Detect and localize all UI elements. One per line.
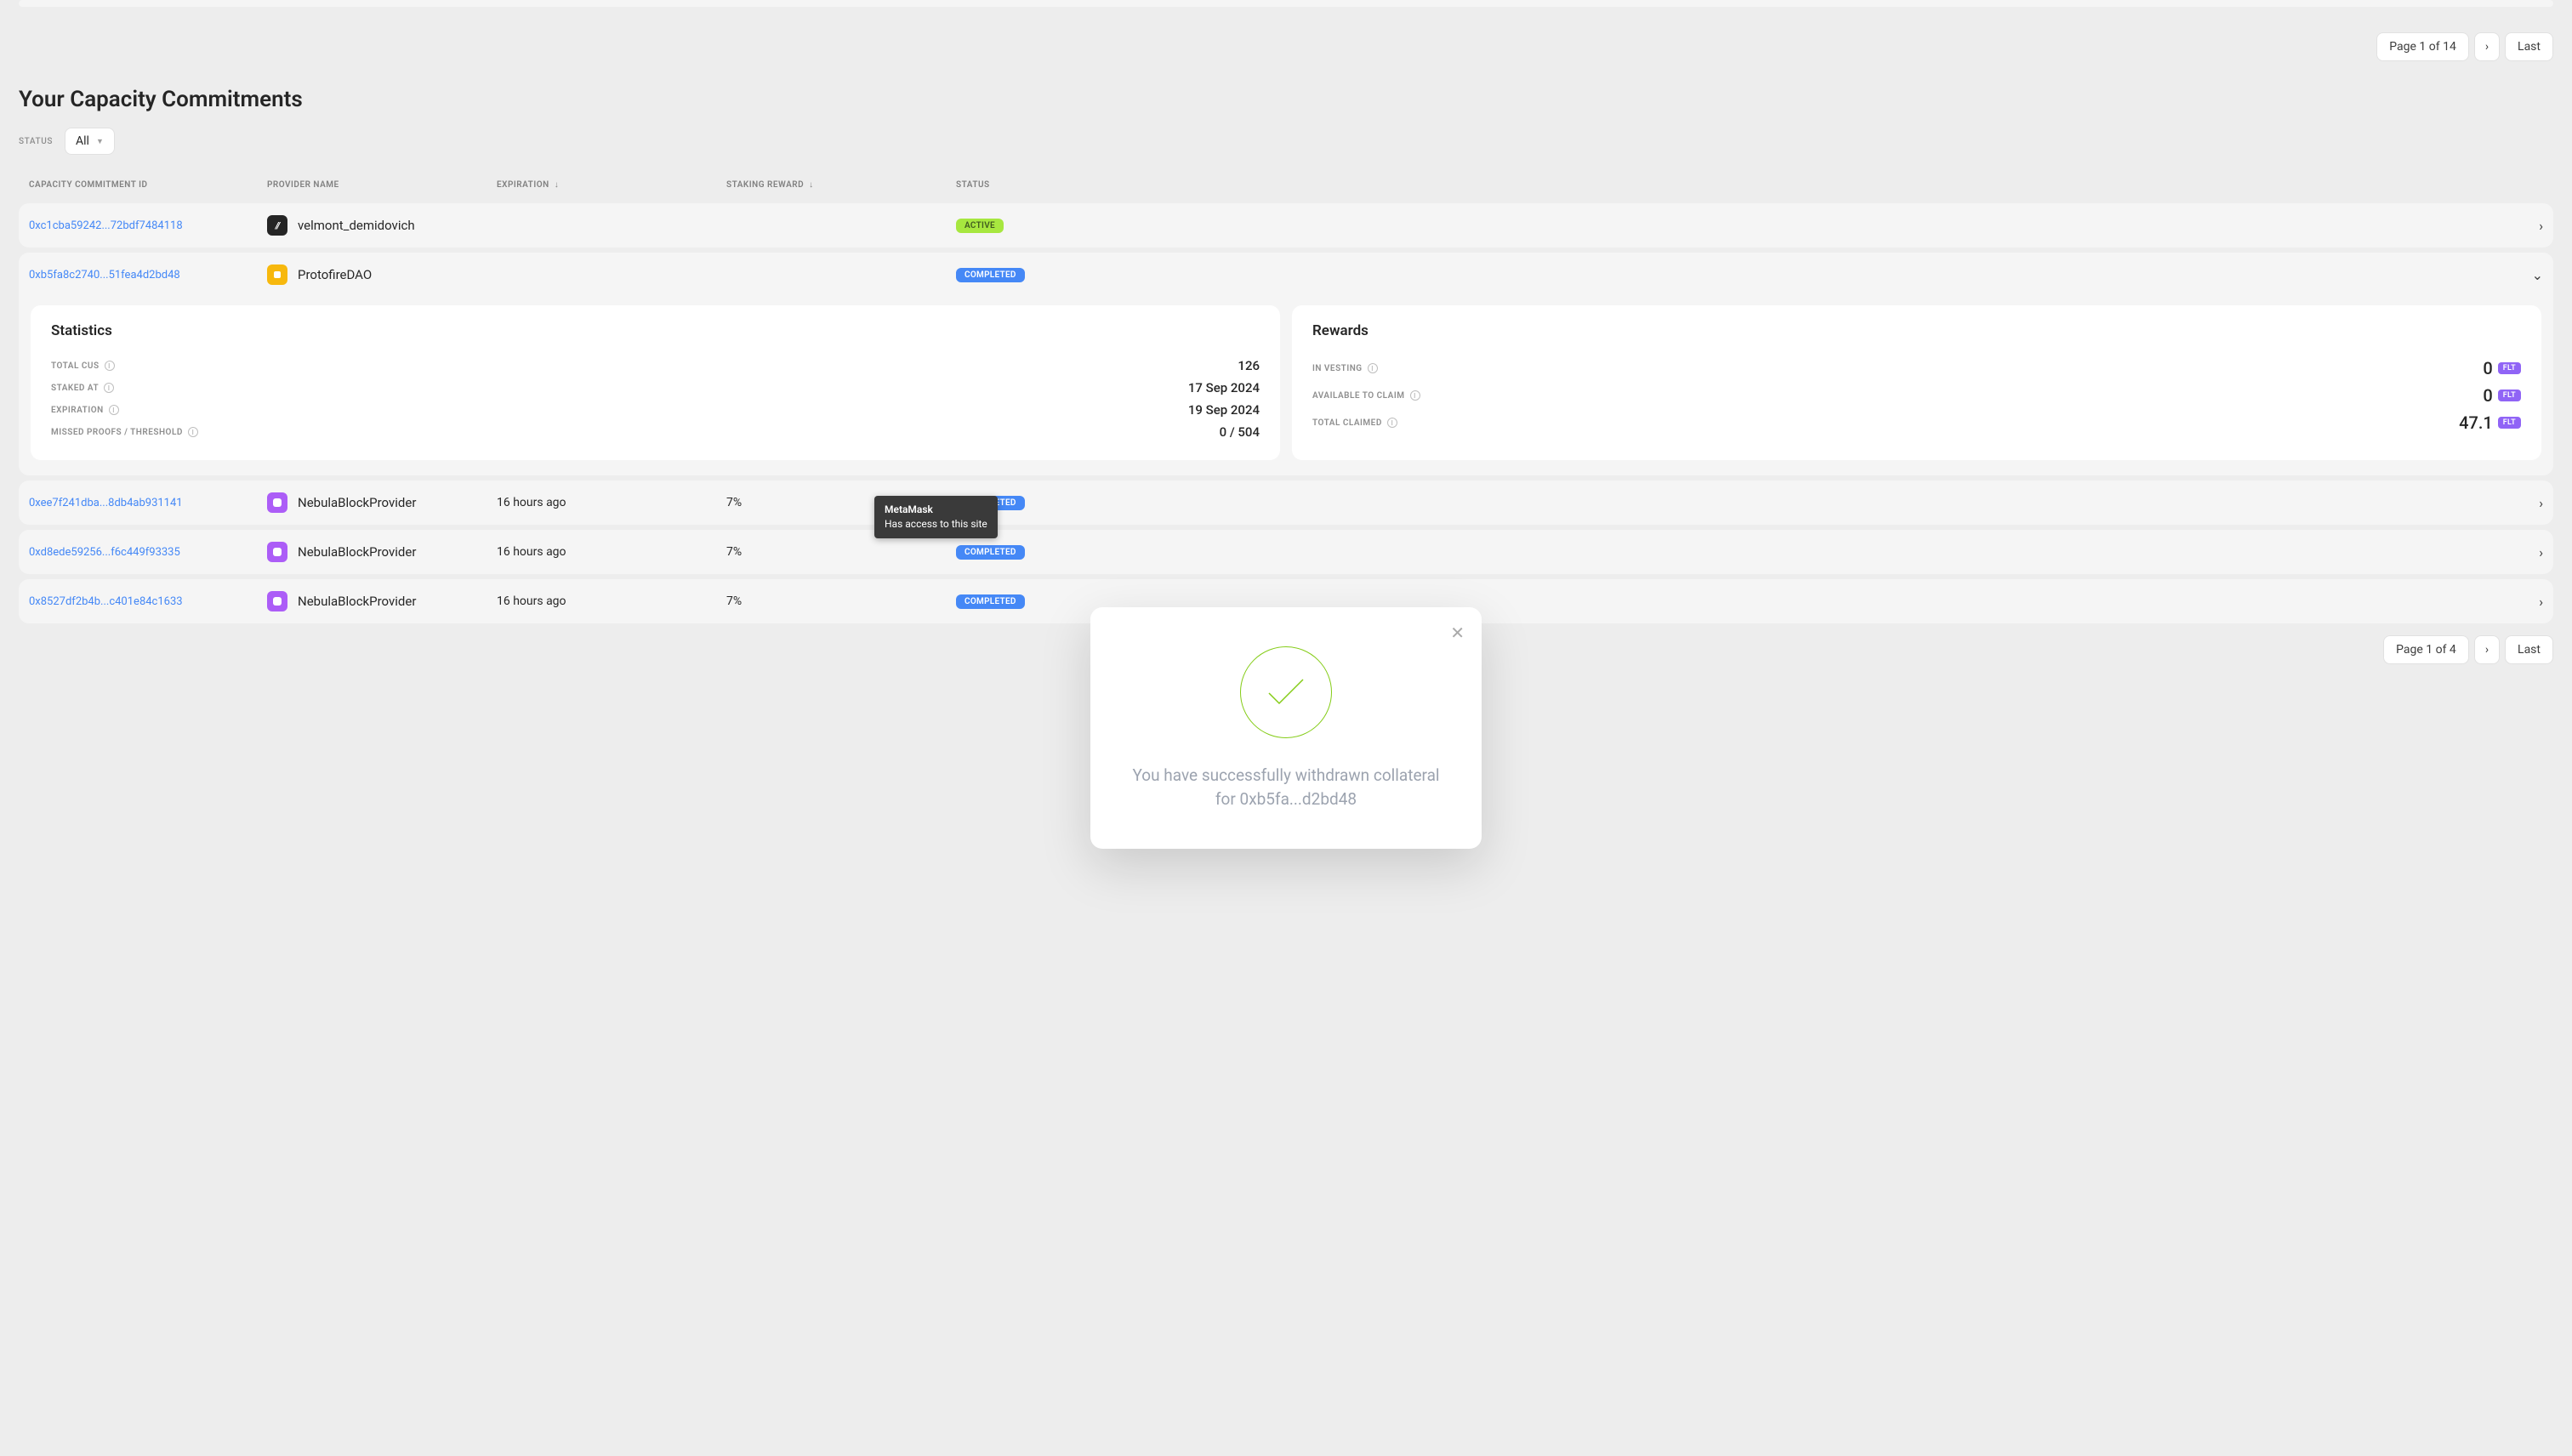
modal-overlay[interactable]: ✕ You have successfully withdrawn collat…: [0, 0, 2572, 1456]
close-icon[interactable]: ✕: [1450, 623, 1465, 643]
success-modal: ✕ You have successfully withdrawn collat…: [1090, 607, 1482, 848]
modal-message: You have successfully withdrawn collater…: [1116, 764, 1456, 810]
tooltip-title: MetaMask: [885, 503, 987, 517]
tooltip-body: Has access to this site: [885, 517, 987, 532]
metamask-tooltip: MetaMask Has access to this site: [874, 496, 998, 538]
checkmark-icon: [1240, 646, 1332, 738]
